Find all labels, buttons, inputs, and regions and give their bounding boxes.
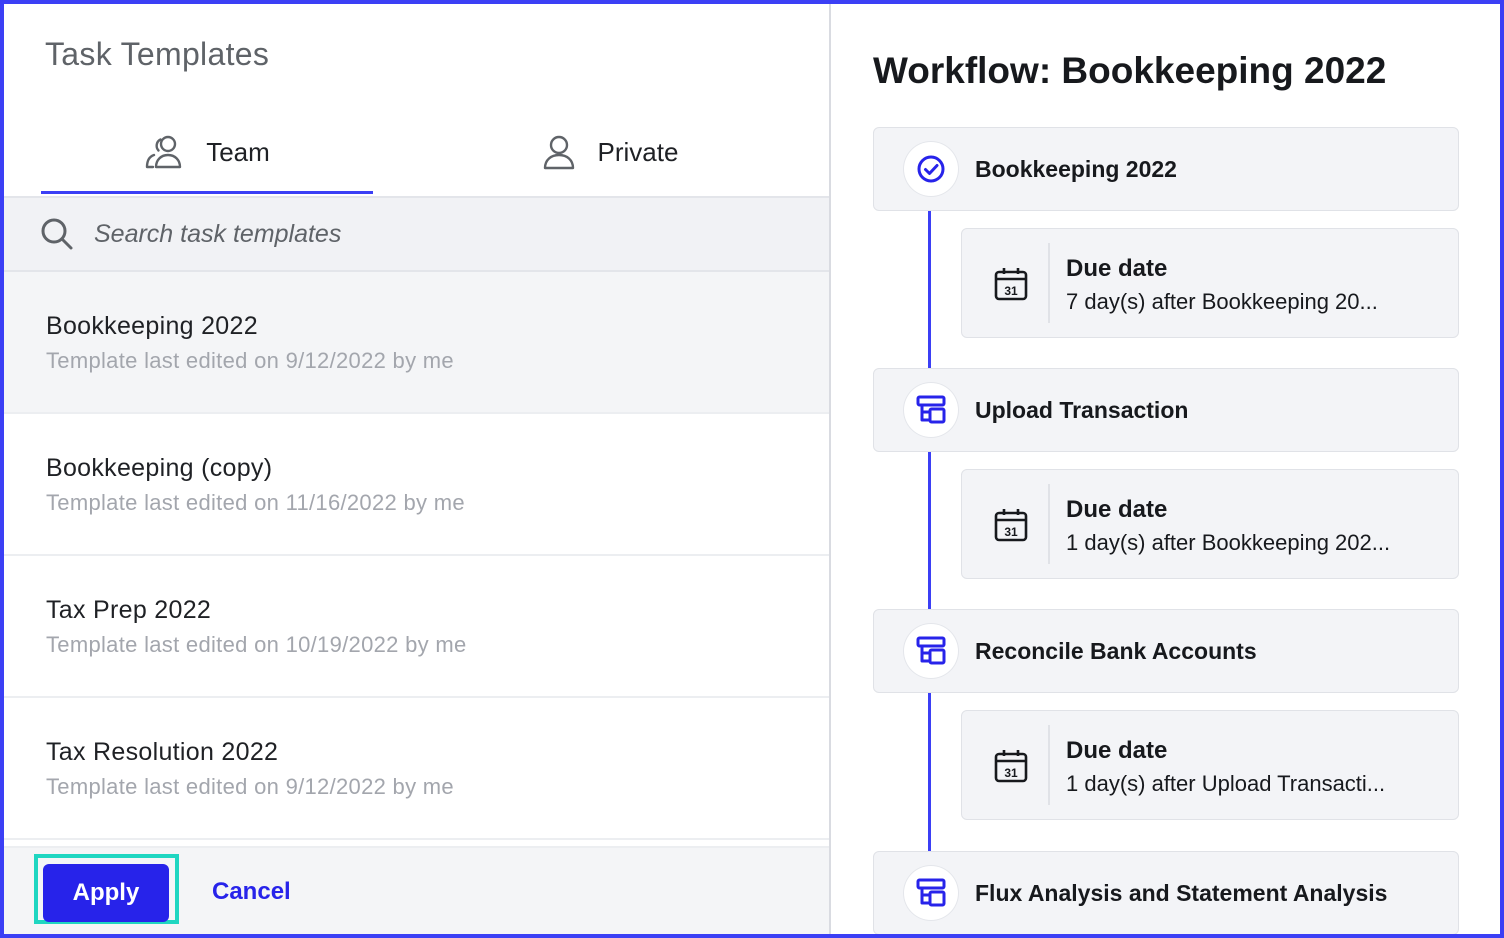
template-item[interactable]: Tax Resolution 2022 Template last edited… (4, 698, 829, 840)
task-flow-icon (904, 866, 958, 920)
tab-team[interactable]: Team (41, 108, 373, 196)
search-input[interactable] (92, 218, 696, 250)
template-list: Bookkeeping 2022 Template last edited on… (4, 272, 829, 840)
template-item[interactable]: Bookkeeping 2022 Template last edited on… (4, 272, 829, 414)
workflow-task-card: Reconcile Bank Accounts (873, 609, 1459, 693)
search-icon (40, 217, 74, 251)
due-date-label: Due date (1066, 737, 1168, 764)
team-icon (144, 134, 184, 170)
due-date-text: 1 day(s) after Upload Transacti... (1066, 771, 1386, 796)
template-name: Tax Prep 2022 (46, 596, 212, 624)
calendar-day: 31 (1004, 766, 1018, 780)
divider (1048, 484, 1050, 564)
due-date-card: 31 Due date 1 day(s) after Upload Transa… (961, 710, 1459, 820)
template-meta: Template last edited on 11/16/2022 by me (46, 490, 465, 515)
template-meta: Template last edited on 9/12/2022 by me (46, 774, 454, 799)
app-frame: Task Templates Team Private Search task … (0, 0, 1504, 938)
calendar-day: 31 (1004, 525, 1018, 539)
panel-title: Task Templates (45, 36, 270, 72)
task-name: Bookkeeping 2022 (975, 156, 1177, 182)
timeline-line (928, 194, 931, 934)
template-item[interactable]: Bookkeeping (copy) Template last edited … (4, 414, 829, 556)
tab-private[interactable]: Private (444, 108, 776, 196)
workflow-task-card: Bookkeeping 2022 (873, 127, 1459, 211)
workflow-task-card: Upload Transaction (873, 368, 1459, 452)
check-circle-icon (904, 142, 958, 196)
due-date-label: Due date (1066, 255, 1168, 282)
calendar-icon: 31 (994, 749, 1028, 788)
due-date-text: 7 day(s) after Bookkeeping 20... (1066, 289, 1378, 314)
workflow-title: Workflow: Bookkeeping 2022 (873, 50, 1387, 91)
template-meta: Template last edited on 10/19/2022 by me (46, 632, 467, 657)
due-date-text: 1 day(s) after Bookkeeping 202... (1066, 530, 1391, 555)
task-name: Flux Analysis and Statement Analysis (975, 880, 1388, 906)
calendar-day: 31 (1004, 284, 1018, 298)
divider (1048, 725, 1050, 805)
tab-team-label: Team (206, 136, 270, 167)
due-date-card: 31 Due date 1 day(s) after Bookkeeping 2… (961, 469, 1459, 579)
due-date-card: 31 Due date 7 day(s) after Bookkeeping 2… (961, 228, 1459, 338)
calendar-icon: 31 (994, 508, 1028, 547)
workflow-task-card: Flux Analysis and Statement Analysis (873, 851, 1459, 934)
template-name: Tax Resolution 2022 (46, 738, 279, 766)
template-meta: Template last edited on 9/12/2022 by me (46, 348, 454, 373)
task-flow-icon (904, 383, 958, 437)
divider (1048, 243, 1050, 323)
due-date-label: Due date (1066, 496, 1168, 523)
tab-private-label: Private (597, 136, 679, 167)
apply-button[interactable]: Apply (43, 864, 169, 922)
tab-bar: Team Private (4, 108, 829, 198)
task-name: Reconcile Bank Accounts (975, 638, 1257, 664)
task-name: Upload Transaction (975, 397, 1189, 423)
template-item[interactable]: Tax Prep 2022 Template last edited on 10… (4, 556, 829, 698)
template-name: Bookkeeping (copy) (46, 454, 273, 482)
panel-footer: Apply Cancel (4, 846, 829, 934)
active-tab-indicator (41, 191, 373, 194)
cancel-button[interactable]: Cancel (212, 878, 291, 906)
user-icon (542, 134, 576, 170)
calendar-icon: 31 (994, 267, 1028, 306)
template-name: Bookkeeping 2022 (46, 312, 258, 340)
workflow-preview-panel: Workflow: Bookkeeping 2022 Bookkeeping 2… (831, 4, 1500, 934)
task-templates-panel: Task Templates Team Private Search task … (4, 4, 831, 934)
search-bar (4, 198, 829, 272)
task-flow-icon (904, 624, 958, 678)
